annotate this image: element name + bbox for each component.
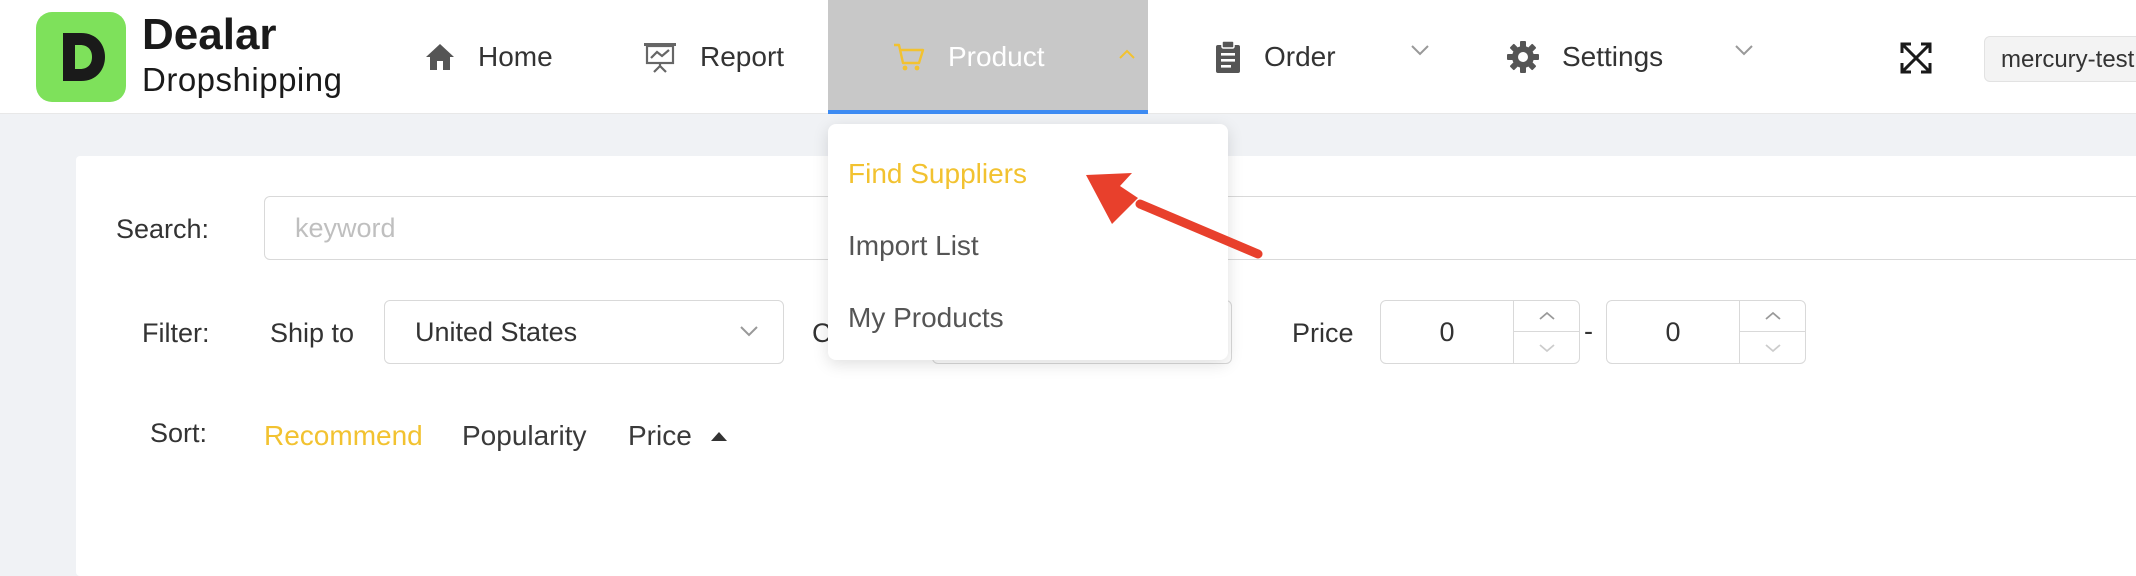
price-min-input[interactable]: 0: [1380, 300, 1580, 364]
nav-label-report: Report: [700, 41, 785, 72]
chevron-up-icon: [1764, 311, 1781, 320]
nav-item-order[interactable]: Order: [1214, 0, 1336, 114]
price-label: Price: [1292, 318, 1354, 348]
ship-to-value: United States: [415, 317, 578, 347]
sort-label: Sort:: [150, 418, 208, 448]
chevron-down-icon: [1538, 343, 1555, 352]
brand-text: Dealar Dropshipping: [142, 10, 342, 100]
sort-option-popularity[interactable]: Popularity: [462, 420, 587, 452]
nav-label-product: Product: [948, 41, 1045, 72]
account-menu[interactable]: mercury-test: [1984, 36, 2136, 82]
nav-label-settings: Settings: [1562, 41, 1664, 72]
order-chevron-down-icon[interactable]: [1410, 44, 1430, 56]
nav-label-order: Order: [1264, 41, 1336, 72]
filter-label: Filter:: [142, 318, 210, 348]
nav-label-home: Home: [478, 41, 553, 72]
nav-item-report[interactable]: Report: [642, 0, 784, 114]
increment-button[interactable]: [1514, 301, 1579, 332]
logo-d-icon: [63, 33, 105, 81]
nav-item-product[interactable]: Product: [828, 0, 1148, 114]
price-max-value: 0: [1665, 317, 1681, 347]
clipboard-icon: [1216, 40, 1240, 73]
chevron-down-icon: [740, 326, 758, 337]
menu-item-import-list[interactable]: Import List: [848, 230, 979, 262]
nav-item-settings[interactable]: Settings: [1506, 0, 1663, 114]
decrement-button[interactable]: [1514, 332, 1579, 363]
sort-option-recommend[interactable]: Recommend: [264, 420, 423, 452]
price-max-input[interactable]: 0: [1606, 300, 1806, 364]
settings-chevron-down-icon[interactable]: [1734, 44, 1754, 56]
brand-name: Dealar: [142, 10, 277, 59]
home-icon: [426, 44, 454, 70]
price-min-stepper[interactable]: [1513, 301, 1579, 363]
decrement-button[interactable]: [1740, 332, 1805, 363]
price-min-value: 0: [1439, 317, 1455, 347]
gear-icon: [1507, 41, 1539, 73]
sort-option-price[interactable]: Price: [628, 420, 692, 452]
chevron-down-icon: [1764, 343, 1781, 352]
menu-item-find-suppliers[interactable]: Find Suppliers: [848, 158, 1027, 190]
caret-up-icon[interactable]: [710, 430, 728, 442]
chevron-up-icon: [1538, 311, 1555, 320]
fullscreen-toggle-icon[interactable]: [1898, 40, 1934, 76]
ship-to-select[interactable]: United States: [384, 300, 784, 364]
increment-button[interactable]: [1740, 301, 1805, 332]
menu-item-my-products[interactable]: My Products: [848, 302, 1004, 334]
top-nav-bar: Dealar Dropshipping Home Report Product: [0, 0, 2136, 114]
nav-active-indicator: [828, 110, 1148, 114]
annotation-arrow-icon: [1086, 173, 1263, 259]
brand-tagline: Dropshipping: [142, 61, 343, 98]
chevron-up-icon: [1119, 49, 1135, 59]
price-separator: -: [1584, 316, 1593, 346]
search-label: Search:: [116, 214, 210, 244]
ship-to-label: Ship to: [270, 318, 355, 348]
shopping-cart-icon: [894, 43, 925, 71]
price-max-stepper[interactable]: [1739, 301, 1805, 363]
brand-logo[interactable]: [36, 12, 126, 102]
nav-item-home[interactable]: Home: [424, 0, 553, 114]
presentation-chart-icon: [644, 43, 676, 73]
